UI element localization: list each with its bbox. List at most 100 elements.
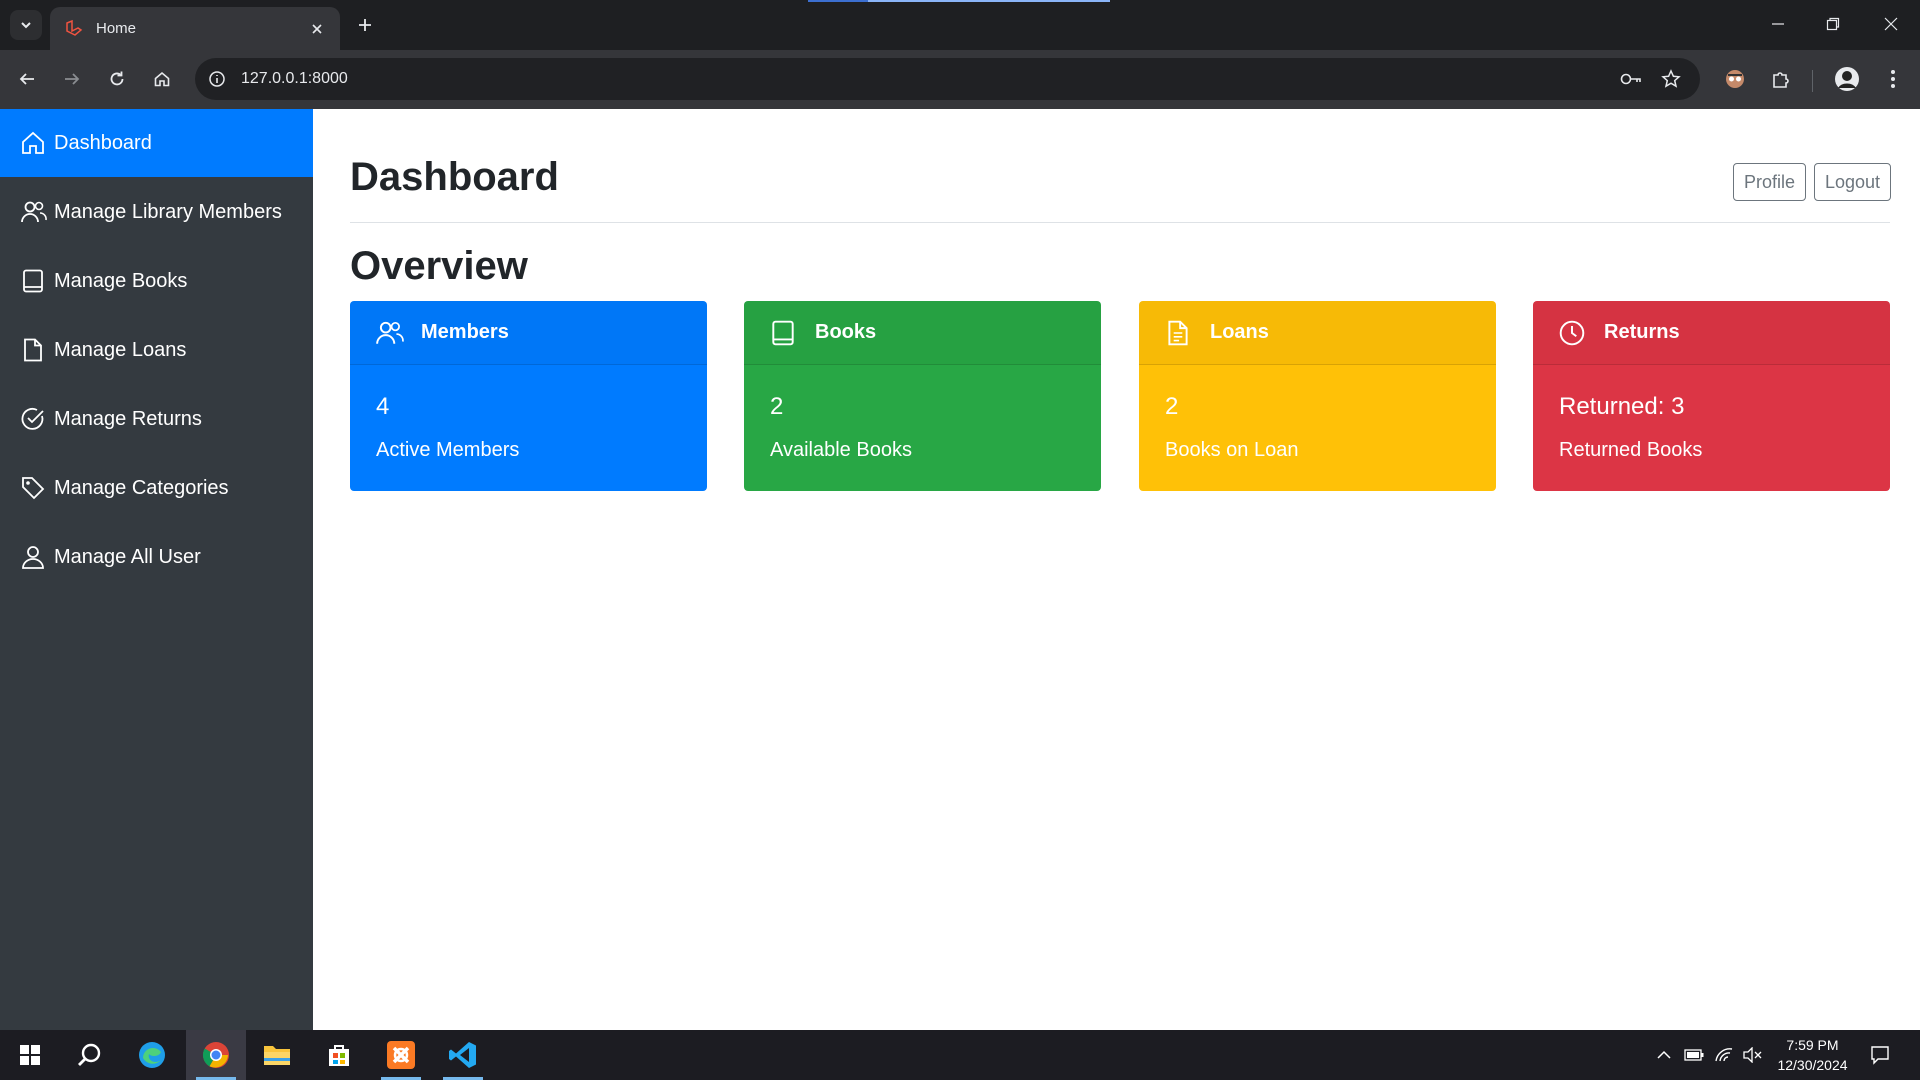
- browser-chrome: Home 127.0.0.1:8000: [0, 0, 1920, 109]
- returns-card: Returns Returned: 3 Returned Books: [1533, 301, 1890, 491]
- sidebar-item-label: Manage Categories: [54, 476, 229, 499]
- restore-button[interactable]: [1813, 8, 1853, 40]
- overview-title: Overview: [350, 244, 528, 288]
- avatar-icon: [1835, 67, 1859, 91]
- restore-icon: [1826, 17, 1840, 31]
- card-value: Returned: 3: [1559, 393, 1685, 420]
- card-label: Returned Books: [1559, 439, 1703, 461]
- chevron-down-icon: [21, 22, 31, 29]
- sidebar-item-label: Manage All User: [54, 545, 201, 568]
- members-card: Members 4 Active Members: [350, 301, 707, 491]
- house-icon: [20, 129, 48, 157]
- close-icon: [1884, 17, 1898, 31]
- profile-avatar[interactable]: [1830, 62, 1864, 96]
- windows-taskbar: 7:59 PM 12/30/2024: [0, 1030, 1920, 1080]
- loans-card: Loans 2 Books on Loan: [1139, 301, 1496, 491]
- sidebar-item-label: Dashboard: [54, 131, 152, 154]
- url-text: 127.0.0.1:8000: [241, 70, 348, 87]
- laravel-favicon-icon: [64, 19, 84, 39]
- sidebar-item-returns[interactable]: Manage Returns: [0, 385, 313, 453]
- tab-search-button[interactable]: [10, 10, 42, 40]
- more-vertical-icon: [1891, 70, 1895, 88]
- card-body: 2 Available Books: [744, 365, 1101, 490]
- sidebar-item-books[interactable]: Manage Books: [0, 247, 313, 315]
- logout-button[interactable]: Logout: [1814, 163, 1892, 201]
- clock-icon: [1558, 318, 1588, 348]
- sidebar: Dashboard Manage Library Members Manage …: [0, 109, 313, 1030]
- taskbar-vscode[interactable]: [433, 1030, 493, 1080]
- search-button[interactable]: [60, 1030, 120, 1080]
- browser-toolbar: 127.0.0.1:8000: [0, 50, 1920, 109]
- bookmark-star-icon[interactable]: [1659, 67, 1683, 91]
- volume-muted-icon[interactable]: [1742, 1045, 1762, 1065]
- card-label: Active Members: [376, 439, 520, 461]
- clock-date: 12/30/2024: [1777, 1057, 1848, 1073]
- card-body: 2 Books on Loan: [1139, 365, 1496, 490]
- card-header: Returns: [1533, 301, 1890, 365]
- book-icon: [20, 267, 48, 295]
- edge-icon: [139, 1042, 165, 1068]
- extension-incognito-icon[interactable]: [1718, 62, 1752, 96]
- sidebar-item-label: Manage Books: [54, 269, 188, 292]
- tag-icon: [20, 474, 48, 502]
- browser-menu-button[interactable]: [1876, 62, 1910, 96]
- card-header: Members: [350, 301, 707, 365]
- main-content: Dashboard Profile Logout Overview Member…: [313, 109, 1920, 1030]
- forward-button[interactable]: [55, 62, 89, 96]
- reload-icon: [110, 71, 124, 86]
- sidebar-item-dashboard[interactable]: Dashboard: [0, 109, 313, 177]
- close-window-button[interactable]: [1871, 8, 1911, 40]
- sidebar-item-loans[interactable]: Manage Loans: [0, 316, 313, 384]
- address-bar[interactable]: 127.0.0.1:8000: [195, 58, 1700, 100]
- tray-chevron-up-icon[interactable]: [1654, 1045, 1674, 1065]
- wifi-icon[interactable]: [1714, 1045, 1734, 1065]
- home-button[interactable]: [145, 62, 179, 96]
- minimize-button[interactable]: [1758, 8, 1798, 40]
- profile-button[interactable]: Profile: [1733, 163, 1807, 201]
- notification-center-icon[interactable]: [1870, 1045, 1890, 1065]
- book-icon: [769, 318, 799, 348]
- store-icon: [329, 1045, 349, 1066]
- minimize-icon: [1772, 23, 1784, 25]
- home-icon: [154, 71, 170, 87]
- search-icon: [78, 1043, 101, 1066]
- sidebar-item-label: Manage Library Members: [54, 200, 282, 223]
- people-icon: [20, 198, 48, 226]
- taskbar-xampp[interactable]: [371, 1030, 431, 1080]
- reload-button[interactable]: [100, 62, 134, 96]
- new-tab-button[interactable]: [352, 12, 378, 38]
- taskbar-chrome[interactable]: [186, 1030, 246, 1080]
- site-info-icon[interactable]: [205, 67, 229, 91]
- card-value: 2: [770, 393, 784, 420]
- close-tab-icon[interactable]: [308, 20, 326, 38]
- card-title: Loans: [1210, 321, 1269, 343]
- books-card: Books 2 Available Books: [744, 301, 1101, 491]
- windows-logo-icon: [20, 1045, 40, 1065]
- file-text-icon: [1164, 318, 1194, 348]
- card-value: 4: [376, 393, 390, 420]
- sidebar-item-label: Manage Returns: [54, 407, 202, 430]
- taskbar-edge[interactable]: [122, 1030, 182, 1080]
- clock-time: 7:59 PM: [1786, 1037, 1839, 1053]
- sidebar-item-all-users[interactable]: Manage All User: [0, 523, 313, 591]
- loading-indicator: [808, 0, 1110, 2]
- plus-icon: [359, 19, 371, 31]
- start-button[interactable]: [0, 1030, 60, 1080]
- tab-title: Home: [96, 20, 137, 37]
- sidebar-item-categories[interactable]: Manage Categories: [0, 454, 313, 522]
- back-button[interactable]: [10, 62, 44, 96]
- card-header: Loans: [1139, 301, 1496, 365]
- taskbar-store[interactable]: [309, 1030, 369, 1080]
- arrow-left-icon: [19, 73, 34, 85]
- extensions-puzzle-icon[interactable]: [1764, 62, 1798, 96]
- file-icon: [20, 336, 48, 364]
- sidebar-item-members[interactable]: Manage Library Members: [0, 178, 313, 246]
- check-circle-icon: [20, 405, 48, 433]
- folder-icon: [264, 1046, 290, 1065]
- card-label: Books on Loan: [1165, 439, 1299, 461]
- browser-tab-home[interactable]: Home: [50, 7, 340, 50]
- taskbar-file-explorer[interactable]: [247, 1030, 307, 1080]
- password-key-icon[interactable]: [1619, 67, 1643, 91]
- system-clock[interactable]: 7:59 PM 12/30/2024: [1765, 1035, 1860, 1075]
- battery-icon[interactable]: [1684, 1045, 1704, 1065]
